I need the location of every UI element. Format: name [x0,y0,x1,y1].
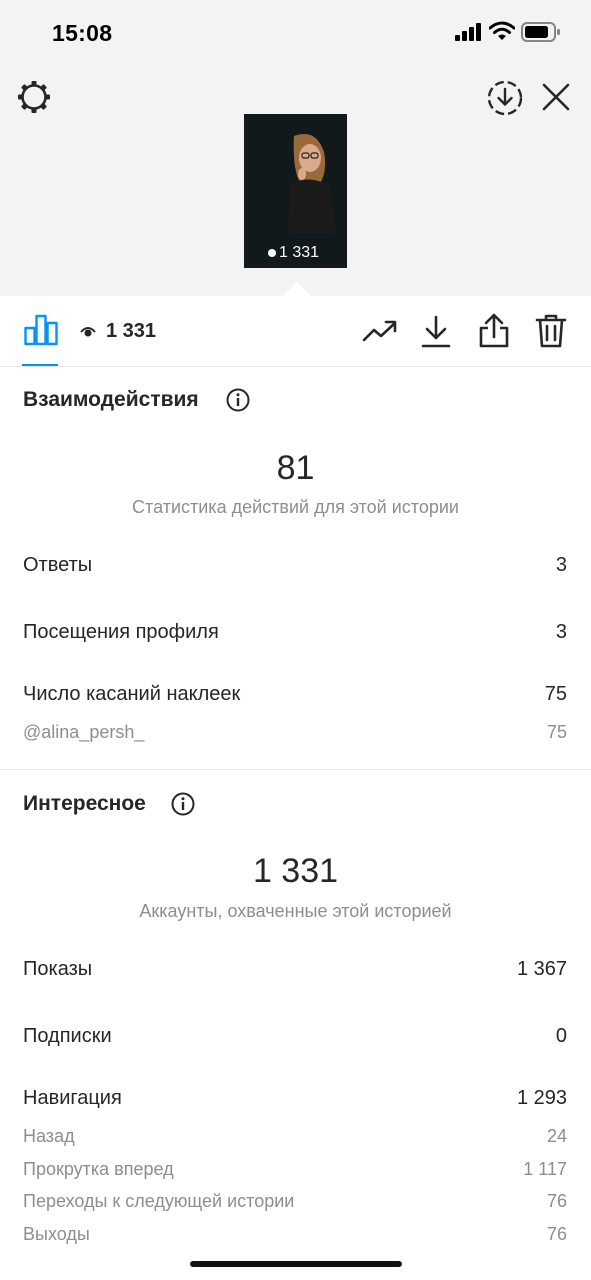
save-download-circle-icon[interactable] [486,79,524,117]
share-icon[interactable] [478,313,510,349]
discovery-info-icon[interactable] [171,792,195,816]
nav-back-value: 24 [546,1126,567,1146]
settings-gear-icon[interactable] [16,79,52,115]
nav-next-story-value: 76 [546,1191,567,1211]
profile-visits-value: 3 [555,621,567,643]
sticker-taps-value: 75 [544,683,567,705]
promote-trend-icon[interactable] [362,319,398,343]
story-thumbnail[interactable]: 1 331 [244,114,347,268]
home-indicator[interactable] [190,1261,402,1267]
discovery-caption: Аккаунты, охваченные этой историей [139,901,452,921]
cellular-signal-icon [455,23,481,41]
status-time: 15:08 [52,20,113,46]
follows-label: Подписки [23,1025,112,1047]
interactions-title: Взаимодействия [23,388,199,411]
story-toolbar: 1 331 [0,296,591,367]
profile-visits-label: Посещения профиля [23,621,219,643]
nav-back-label: Назад [23,1126,75,1146]
follows-value: 0 [555,1025,567,1047]
views-count[interactable]: 1 331 [80,320,156,343]
sticker-mention-value: 75 [546,722,567,742]
nav-exits-value: 76 [546,1224,567,1244]
nav-exits-label: Выходы [23,1224,90,1244]
wifi-icon [489,21,515,40]
sticker-taps-label: Число касаний наклеек [23,683,241,705]
eye-icon [80,327,96,337]
discovery-total: 1 331 [252,852,339,890]
interactions-info-icon[interactable] [226,388,250,412]
nav-next-story-label: Переходы к следующей истории [23,1191,295,1211]
battery-icon [521,22,560,42]
download-icon[interactable] [421,315,451,349]
interactions-caption: Статистика действий для этой истории [132,497,459,517]
nav-forward-label: Прокрутка вперед [23,1159,174,1179]
delete-trash-icon[interactable] [535,313,567,349]
close-icon[interactable] [542,83,570,111]
impressions-label: Показы [23,958,93,980]
impressions-value: 1 367 [516,958,567,980]
views-count-value: 1 331 [106,320,157,342]
sticker-mention-label: @alina_persh_ [23,722,145,742]
navigation-value: 1 293 [516,1087,567,1109]
status-bar: 15:08 [0,0,591,66]
eye-icon [268,249,276,257]
story-views-overlay: 1 331 [268,244,319,262]
replies-label: Ответы [23,554,93,576]
nav-forward-value: 1 117 [523,1159,567,1179]
active-tab-indicator [22,364,58,366]
interactions-total: 81 [276,449,315,487]
navigation-label: Навигация [23,1087,122,1109]
replies-value: 3 [555,554,567,576]
discovery-title: Интересное [23,792,146,815]
selection-pointer [282,282,312,297]
section-divider [0,769,591,770]
insights-bar-chart-icon[interactable] [24,314,58,346]
story-views-overlay-value: 1 331 [279,244,320,261]
